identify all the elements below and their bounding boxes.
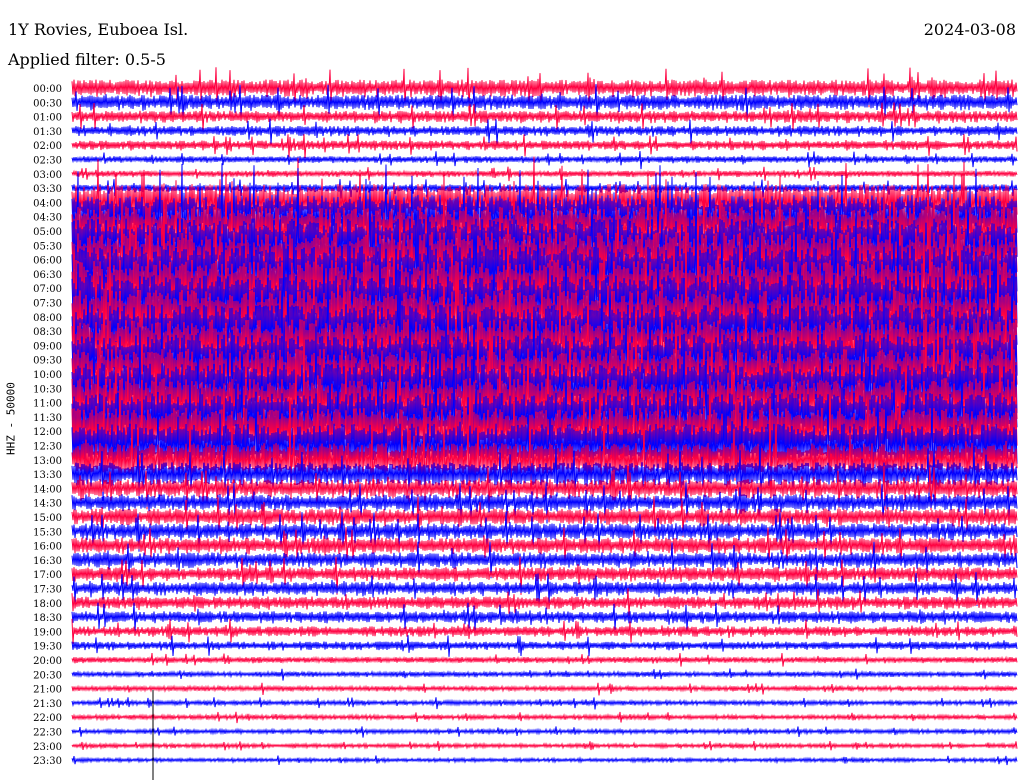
row-time-label: 01:00: [33, 113, 62, 124]
row-time-label: 07:30: [33, 299, 62, 310]
station-title: 1Y Rovies, Euboea Isl.: [8, 20, 189, 39]
row-time-label: 10:30: [33, 384, 62, 395]
trace-row: [71, 726, 1018, 738]
trace-row: [71, 635, 1018, 657]
row-time-label: 10:00: [33, 370, 62, 381]
trace-row: [71, 682, 1018, 696]
row-time-label: 06:30: [33, 270, 62, 281]
row-time-label: 04:00: [33, 198, 62, 209]
row-time-label: 00:30: [33, 98, 62, 109]
row-time-label: 08:30: [33, 327, 62, 338]
row-time-label: 08:00: [33, 313, 62, 324]
trace-row: [71, 697, 1018, 710]
row-time-label: 19:00: [33, 627, 62, 638]
row-time-label: 06:00: [33, 256, 62, 267]
row-time-label: 17:30: [33, 585, 62, 596]
filter-subtitle: Applied filter: 0.5-5: [8, 50, 166, 69]
date-label: 2024-03-08: [923, 20, 1016, 39]
trace-row: [71, 711, 1018, 724]
row-time-label: 05:30: [33, 241, 62, 252]
trace-row: [71, 602, 1018, 632]
row-time-label: 19:30: [33, 642, 62, 653]
row-time-label: 22:00: [33, 713, 62, 724]
row-time-label: 21:30: [33, 699, 62, 710]
row-time-label: 02:30: [33, 156, 62, 167]
row-time-label: 13:30: [33, 470, 62, 481]
trace-row: [71, 740, 1018, 751]
row-time-label: 23:30: [33, 756, 62, 767]
row-time-label: 20:00: [33, 656, 62, 667]
trace-row: [71, 653, 1018, 667]
y-axis-label: HHZ - 50000: [4, 382, 18, 455]
row-time-label: 12:30: [33, 442, 62, 453]
row-time-label: 13:00: [33, 456, 62, 467]
row-time-label: 09:30: [33, 356, 62, 367]
trace-row: [71, 755, 1018, 766]
row-time-label: 18:00: [33, 599, 62, 610]
trace-row: [71, 668, 1018, 681]
row-time-label: 17:00: [33, 570, 62, 581]
seismic-traces: [71, 67, 1018, 766]
row-time-label: 21:00: [33, 685, 62, 696]
trace-row: [71, 166, 1018, 182]
row-time-label: 03:00: [33, 170, 62, 181]
row-time-label: 05:00: [33, 227, 62, 238]
row-time-label: 15:30: [33, 527, 62, 538]
row-time-label: 04:30: [33, 213, 62, 224]
row-time-label: 11:30: [33, 413, 62, 424]
row-time-label: 00:00: [33, 84, 62, 95]
row-time-label: 23:00: [33, 742, 62, 753]
trace-row: [71, 151, 1018, 170]
row-time-label: 02:00: [33, 141, 62, 152]
row-time-label: 14:30: [33, 499, 62, 510]
time-row-labels: 00:00 00:30 01:00 01:30 02:00 02:30 03:00 03:30…: [33, 84, 62, 767]
row-time-label: 15:00: [33, 513, 62, 524]
row-time-label: 16:30: [33, 556, 62, 567]
row-time-label: 07:00: [33, 284, 62, 295]
row-time-label: 11:00: [33, 399, 62, 410]
row-time-label: 14:00: [33, 484, 62, 495]
row-time-label: 18:30: [33, 613, 62, 624]
row-time-label: 16:00: [33, 542, 62, 553]
trace-row: [71, 134, 1018, 159]
row-time-label: 01:30: [33, 127, 62, 138]
row-time-label: 12:00: [33, 427, 62, 438]
helicorder-plot: 00:00 00:30 01:00 01:30 02:00 02:30 03:00 03:30…: [33, 67, 1018, 780]
row-time-label: 20:30: [33, 670, 62, 681]
row-time-label: 22:30: [33, 728, 62, 739]
row-time-label: 09:00: [33, 341, 62, 352]
row-time-label: 03:30: [33, 184, 62, 195]
